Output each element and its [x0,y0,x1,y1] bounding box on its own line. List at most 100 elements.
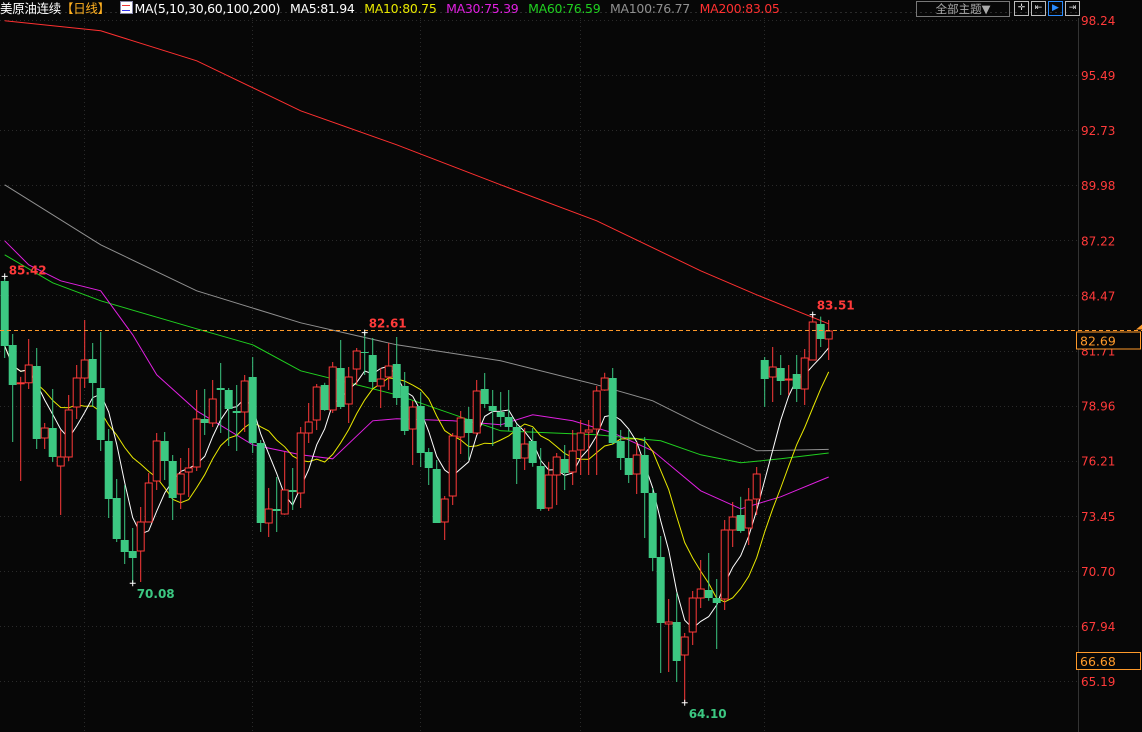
candle-body [816,324,825,339]
candle [296,427,305,508]
candle-body [80,359,89,379]
crosshair-button[interactable]: ✛ [1014,1,1029,16]
low-price-annotation: 70.08 [137,587,175,601]
fit-range-button[interactable]: ⇤ [1031,1,1046,16]
candle-body [704,590,713,598]
y-tick-label: 98.24 [1081,14,1115,28]
y-tick-label: 84.47 [1081,289,1115,303]
candle [752,467,761,515]
candle [8,334,17,442]
candle-body [240,380,249,413]
candle-body [128,551,137,558]
candle-body [768,366,777,378]
candle [736,496,745,533]
candle [272,477,281,532]
candle-body [264,508,273,524]
candle-body [672,622,681,661]
jump-to-end-button[interactable]: ⇥ [1065,1,1080,16]
y-tick-label: 89.98 [1081,179,1115,193]
candle-body [368,355,377,382]
candle-body [576,432,585,451]
high-price-annotation: 83.51 [817,299,855,313]
marker-price-label: 66.68 [1080,654,1116,669]
candle-body [352,350,361,370]
candle-body [608,378,617,443]
ma-params[interactable]: MA(5,10,30,60,100,200) [135,1,281,16]
candle [448,433,457,505]
candle-body [440,498,449,523]
candle-body [104,441,113,499]
candle-body [760,360,769,379]
candle-body [680,636,689,656]
ma5-value: MA5:81.94 [289,1,355,16]
candle [824,320,833,360]
candle-body [376,378,385,387]
candle [616,430,625,470]
candle-body [136,521,145,552]
candle-body [456,417,465,438]
candle [192,390,201,471]
candle [320,382,329,411]
y-tick-label: 92.73 [1081,124,1115,138]
candle [776,355,785,395]
candlestick-chart[interactable]: 98.2495.4992.7389.9887.2284.4781.7178.96… [0,0,1142,732]
candle-body [200,419,209,423]
candle-body [232,411,241,413]
candle-body [8,345,17,385]
candle [640,437,649,538]
candle-body [696,588,705,599]
candle-body [184,467,193,473]
ma10-line [4,345,830,603]
crosshair-icon: ✛ [1017,3,1026,13]
candle-body [752,473,761,500]
candle-body [384,365,393,378]
candle [328,362,337,413]
candle [760,357,769,407]
extreme-marker-icon [681,699,688,706]
candle-body [640,455,649,493]
candle [200,389,209,435]
extreme-marker-icon [1,273,8,280]
candle [800,349,809,405]
candle [576,420,585,475]
candle [440,496,449,540]
candle [48,389,57,462]
candle [72,365,81,419]
play-forward-icon: ▶ [1052,3,1059,13]
ma-indicator-icon[interactable] [119,1,133,14]
candle [256,440,265,532]
candle-body [656,557,665,623]
candle-body [224,390,233,409]
candle [136,507,145,582]
candle [56,430,65,515]
candle-body [344,376,353,405]
candle-body [280,489,289,515]
candle-body [320,385,329,410]
candle-body [472,390,481,434]
candle [376,368,385,408]
candle [544,462,553,511]
candle [24,339,33,389]
candle-body [112,498,121,539]
current-price-label: 82.69 [1080,334,1116,349]
play-forward-button[interactable]: ▶ [1048,1,1063,16]
candle-body [256,443,265,523]
theme-dropdown[interactable]: 全部主题▼ [916,1,1010,17]
candle [720,520,729,610]
candle-body [336,368,345,407]
instrument-name: 美原油连续 [0,1,62,16]
high-price-annotation: 82.61 [369,317,407,331]
candle-body [464,419,473,433]
candle [104,429,113,518]
candle [400,372,409,435]
candle [424,448,433,485]
period-label[interactable]: 【日线】 [61,1,110,16]
candle-body [208,398,217,424]
candle [88,343,97,407]
candle [312,384,321,430]
candle-body [736,515,745,531]
candle [432,460,441,523]
candle-body [632,454,641,475]
candle [208,380,217,427]
candle-body [96,388,105,440]
